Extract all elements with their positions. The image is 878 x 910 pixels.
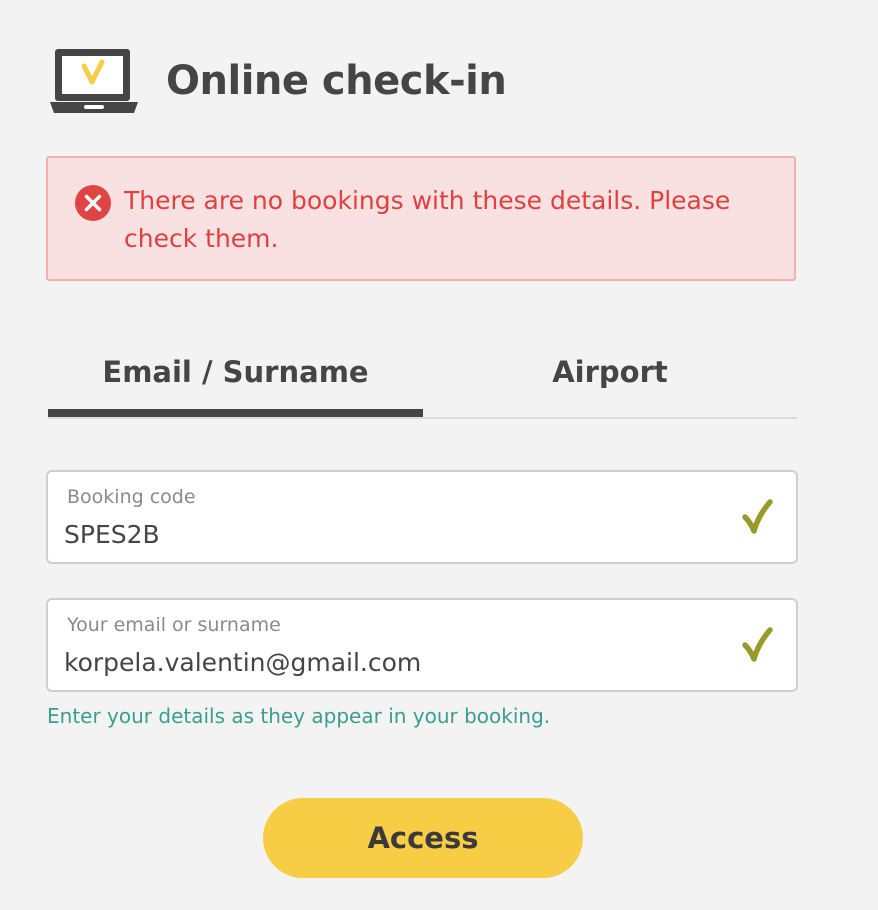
error-alert: There are no bookings with these details… (46, 156, 796, 281)
email-surname-label: Your email or surname (67, 614, 281, 636)
tab-airport[interactable]: Airport (423, 340, 797, 410)
error-x-icon (74, 184, 112, 222)
page-header: Online check-in (48, 46, 507, 116)
email-surname-input[interactable] (64, 644, 704, 680)
access-button[interactable]: Access (263, 798, 583, 878)
active-tab-indicator (48, 409, 423, 417)
laptop-check-icon (48, 47, 140, 115)
valid-check-icon (740, 498, 774, 536)
booking-code-field[interactable]: Booking code (46, 470, 798, 564)
booking-code-label: Booking code (67, 486, 196, 508)
form-hint: Enter your details as they appear in you… (47, 704, 551, 728)
tabs-divider (48, 417, 797, 419)
valid-check-icon (740, 626, 774, 664)
lookup-method-tabs: Email / Surname Airport (48, 340, 797, 420)
page-title: Online check-in (166, 58, 507, 104)
booking-code-input[interactable] (64, 516, 704, 552)
error-message: There are no bookings with these details… (124, 186, 731, 253)
email-surname-field[interactable]: Your email or surname (46, 598, 798, 692)
tab-email-surname[interactable]: Email / Surname (48, 340, 423, 410)
